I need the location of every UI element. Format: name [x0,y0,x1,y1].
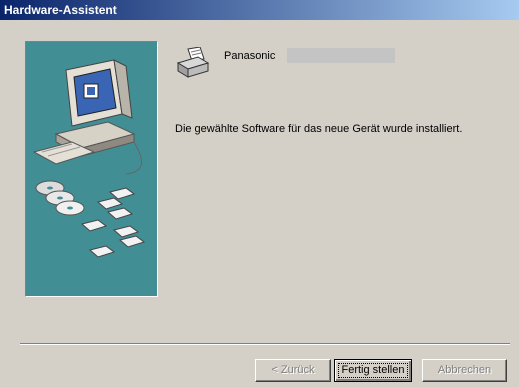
finish-button-label: Fertig stellen [337,363,409,378]
device-name: Panasonic [224,50,276,62]
hardware-wizard-window: Hardware-Assistent Panasonic Die gewählt… [0,0,519,387]
wizard-illustration-panel [25,41,158,297]
computer-and-discs-illustration [32,59,146,258]
window-title: Hardware-Assistent [4,3,117,17]
device-model-redaction [287,48,395,63]
finish-button[interactable]: Fertig stellen [334,359,412,382]
cancel-button-label: Abbrechen [437,364,492,376]
back-button[interactable]: < Zurück [255,359,331,382]
title-bar[interactable]: Hardware-Assistent [0,0,519,20]
printer-icon [176,46,210,81]
button-divider [20,343,510,345]
installation-complete-message: Die gewählte Software für das neue Gerät… [175,123,463,135]
cancel-button[interactable]: Abbrechen [422,359,507,382]
back-button-label: < Zurück [271,364,315,376]
